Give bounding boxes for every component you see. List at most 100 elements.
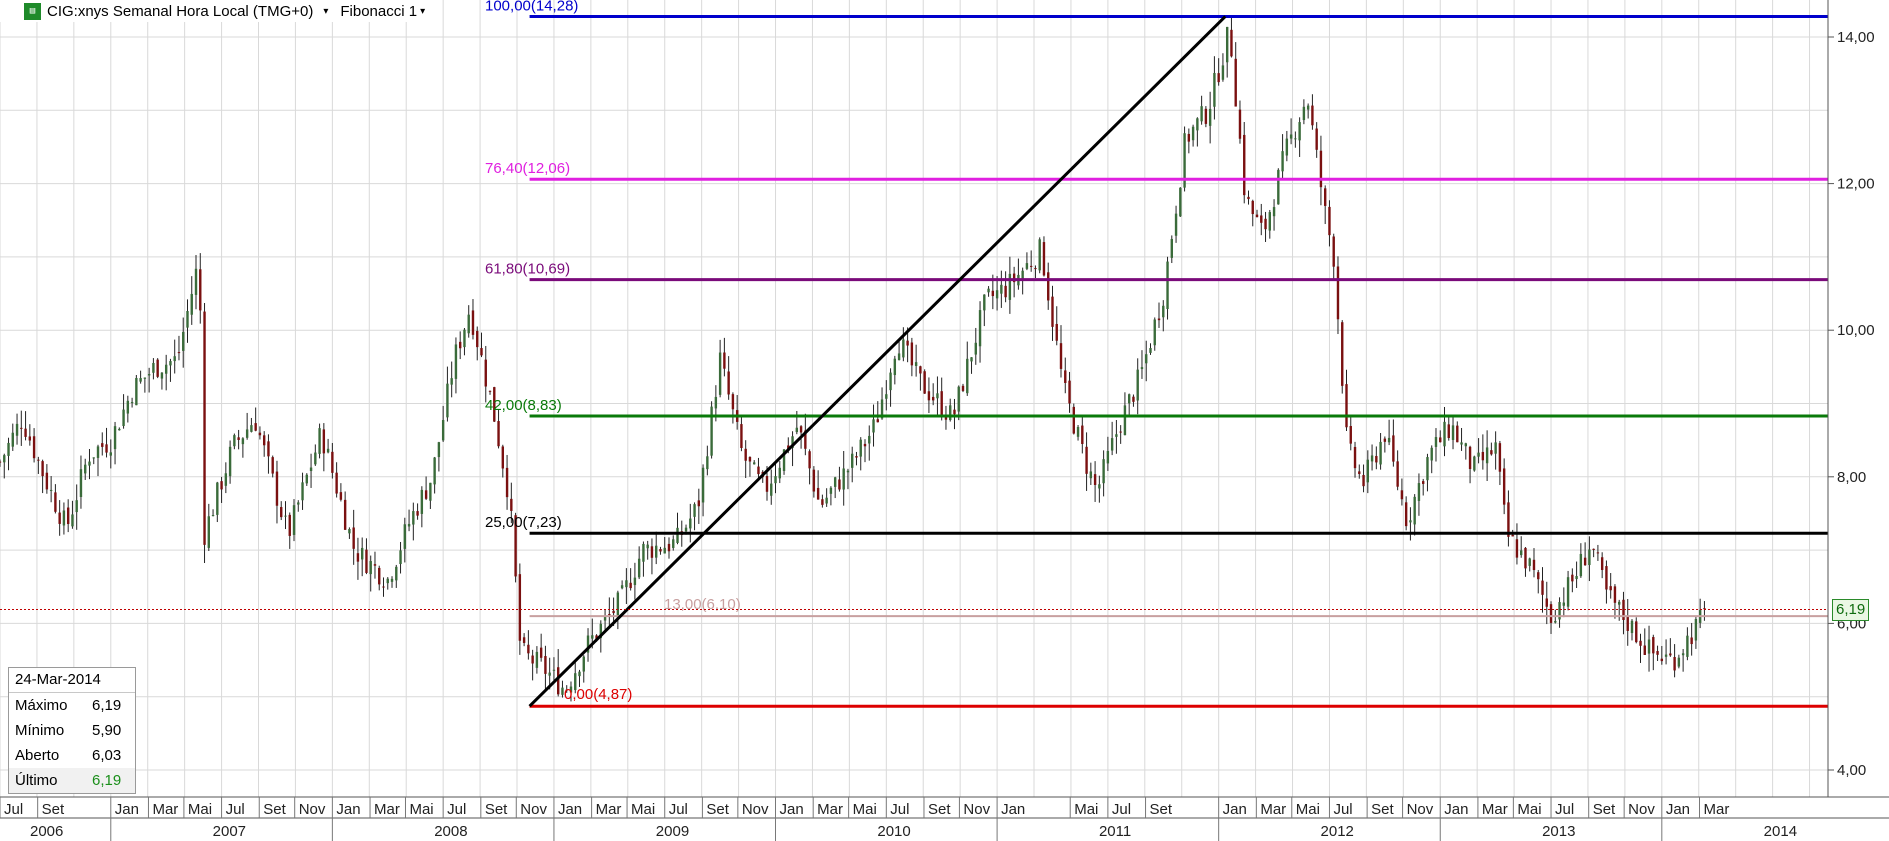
candle-body — [552, 669, 556, 671]
candle-body — [1191, 126, 1195, 141]
candle-body — [1166, 261, 1169, 309]
candle-body — [1630, 620, 1634, 634]
candle-body — [991, 290, 995, 297]
candle-body — [1294, 138, 1297, 140]
candle-body — [770, 483, 773, 496]
candle-body — [441, 419, 445, 441]
candle-body — [297, 502, 300, 505]
candle-body — [92, 457, 95, 459]
candle-body — [1375, 455, 1378, 463]
candle-body — [1145, 354, 1148, 364]
candle-body — [727, 371, 730, 395]
candle-body — [1583, 557, 1587, 566]
candle-body — [995, 290, 999, 299]
candle-body — [1571, 574, 1574, 582]
candle-body — [872, 419, 875, 433]
candle-body — [1358, 471, 1361, 475]
candle-body — [637, 558, 641, 578]
symbol-label[interactable]: CIG:xnys Semanal Hora Local (TMG+0) — [47, 3, 313, 20]
candle-body — [254, 423, 257, 431]
candle-body — [795, 427, 799, 433]
candle-body — [1451, 425, 1455, 440]
candle-body — [765, 476, 769, 492]
candle-body — [1298, 122, 1301, 141]
candle-body — [250, 425, 253, 432]
candle-body — [292, 505, 296, 535]
candle-body — [126, 400, 130, 414]
candle-body — [970, 357, 973, 362]
chevron-down-icon[interactable]: ▾ — [323, 6, 328, 17]
candle-body — [633, 577, 637, 586]
candle-body — [744, 448, 747, 461]
candle-body — [1664, 654, 1668, 657]
candle-body — [433, 457, 436, 485]
candle-body — [893, 358, 897, 376]
candle-body — [207, 516, 210, 548]
candle-body — [927, 391, 931, 401]
candle-body — [186, 311, 189, 328]
candle-body — [1656, 651, 1659, 655]
candle-body — [1481, 451, 1485, 461]
candle-body — [1000, 284, 1003, 294]
candle-body — [267, 441, 270, 457]
candle-body — [109, 452, 112, 456]
candle-body — [199, 269, 202, 311]
candle-body — [79, 469, 83, 498]
candle-body — [1434, 437, 1438, 447]
candle-body — [667, 543, 671, 552]
candle-body — [0, 461, 2, 463]
candle-body — [522, 637, 526, 643]
x-month-label: Jan — [1444, 801, 1468, 818]
candle-body — [412, 511, 415, 525]
chart-header[interactable]: ▤ CIG:xnys Semanal Hora Local (TMG+0) ▾ … — [0, 0, 434, 22]
candle-body — [501, 446, 505, 469]
candle-body — [450, 378, 453, 385]
candle-body — [1251, 200, 1254, 215]
candle-body — [1511, 534, 1514, 537]
candle-body — [1524, 547, 1527, 569]
candle-body — [1485, 447, 1489, 464]
price-chart[interactable]: 100,00(14,28) 76,40(12,06) 61,80(10,69) 42,… — [0, 0, 1889, 841]
candle-body — [808, 451, 811, 469]
candle-body — [471, 310, 475, 335]
candle-body — [62, 510, 66, 526]
candle-body — [1575, 576, 1578, 580]
candle-body — [1600, 557, 1604, 570]
candle-body — [1669, 653, 1672, 656]
info-date: 24-Mar-2014 — [9, 668, 135, 693]
x-month-label: Mar — [1482, 801, 1508, 818]
candle-body — [373, 564, 377, 566]
candle-body — [1464, 443, 1468, 447]
chevron-down-icon[interactable]: ▾ — [420, 6, 425, 17]
candle-body — [190, 293, 193, 315]
candle-body — [1157, 318, 1161, 321]
candle-body — [1639, 640, 1642, 646]
fibonacci-levels[interactable]: 100,00(14,28) 76,40(12,06) 61,80(10,69) 42,… — [485, 0, 1828, 708]
info-value: 5,90 — [92, 722, 122, 739]
candle-body — [1247, 196, 1250, 200]
fib-level-label: 13,00(6,10) — [664, 596, 741, 613]
candle-body — [1068, 380, 1071, 404]
candle-body — [1123, 405, 1127, 436]
candle-body — [906, 340, 909, 346]
candle-body — [105, 444, 108, 453]
candle-body — [923, 371, 926, 394]
study-label[interactable]: Fibonacci 1 — [340, 3, 417, 20]
candle-body — [1055, 323, 1058, 341]
candle-body — [1554, 620, 1557, 623]
candle-body — [1081, 425, 1084, 444]
candle-body — [620, 585, 624, 589]
x-month-label: Nov — [963, 801, 990, 818]
x-year-label: 2010 — [877, 823, 910, 840]
candle-body — [957, 386, 960, 412]
candle-body — [66, 507, 70, 525]
info-value: 6,03 — [92, 747, 122, 764]
candle-body — [535, 651, 539, 668]
candle-body — [220, 481, 223, 490]
candle-body — [378, 567, 381, 585]
candle-body — [118, 428, 121, 431]
candle-body — [821, 499, 824, 505]
candle-body — [1047, 272, 1050, 301]
candle-body — [885, 394, 888, 399]
candle-body — [262, 435, 266, 446]
